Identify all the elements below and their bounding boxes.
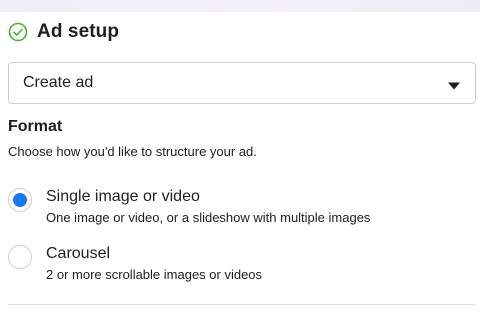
format-option-single-image[interactable]: Single image or video One image or video… — [8, 186, 476, 232]
divider — [8, 304, 476, 305]
radio-selected[interactable] — [8, 188, 32, 212]
ad-setup-header: Ad setup — [8, 20, 119, 44]
check-circle-icon — [8, 22, 28, 42]
format-heading: Format — [8, 118, 63, 135]
top-strip — [0, 0, 480, 12]
option-label: Single image or video — [46, 188, 200, 205]
caret-down-icon — [447, 78, 461, 90]
section-title: Ad setup — [37, 21, 120, 42]
format-option-carousel[interactable]: Carousel 2 or more scrollable images or … — [8, 243, 476, 289]
option-label: Carousel — [46, 245, 111, 262]
option-description: One image or video, or a slideshow with … — [46, 210, 371, 225]
ad-setup-select[interactable]: Create ad — [8, 62, 476, 104]
option-description: 2 or more scrollable images or videos — [46, 267, 263, 282]
select-value: Create ad — [23, 74, 94, 91]
format-description: Choose how you'd like to structure your … — [8, 144, 257, 159]
radio-unselected[interactable] — [8, 245, 32, 269]
